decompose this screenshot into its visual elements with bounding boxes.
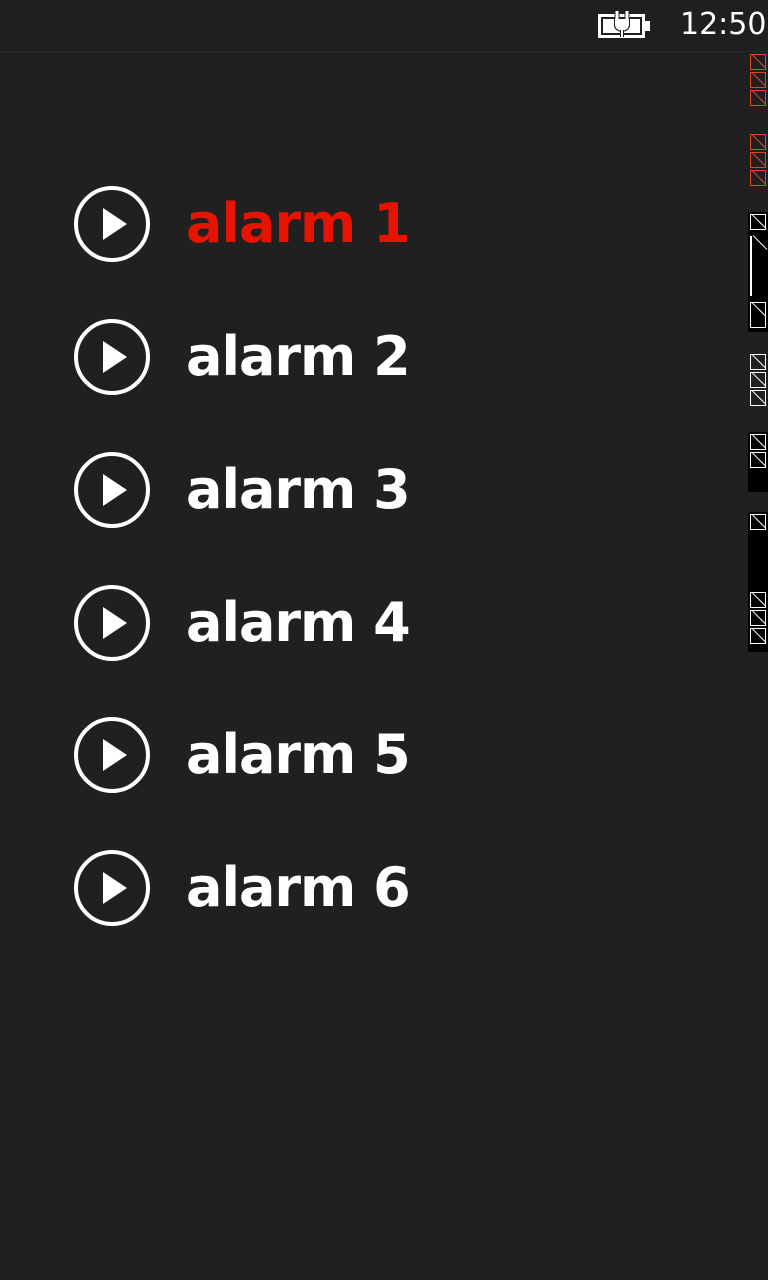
alarm-item-1[interactable]: alarm 1: [72, 184, 632, 264]
alarm-item-6[interactable]: alarm 6: [72, 848, 632, 928]
play-circle-icon[interactable]: [72, 848, 152, 928]
counter-glyph-icon: [750, 628, 766, 644]
play-circle-icon[interactable]: [72, 450, 152, 530]
alarm-label[interactable]: alarm 1: [186, 186, 411, 262]
alarm-item-5[interactable]: alarm 5: [72, 715, 632, 795]
counter-glyph-icon: [750, 72, 766, 88]
alarm-label[interactable]: alarm 2: [186, 319, 411, 395]
counter-glyph-icon: [750, 434, 766, 450]
counter-glyph-icon: [750, 152, 766, 168]
battery-charging-icon: [598, 11, 650, 38]
alarm-item-4[interactable]: alarm 4: [72, 583, 632, 663]
alarm-label[interactable]: alarm 5: [186, 717, 411, 793]
alarm-label[interactable]: alarm 3: [186, 452, 411, 528]
frame-rate-counter: [748, 52, 768, 652]
counter-glyph-icon: [750, 354, 766, 370]
play-circle-icon[interactable]: [72, 184, 152, 264]
counter-glyph-icon: [750, 134, 766, 150]
counter-glyph-icon: [750, 214, 766, 230]
app-screen: 12:50 alarm 1 alarm 2 alarm 3 alarm 4 al…: [0, 0, 768, 1280]
alarm-item-3[interactable]: alarm 3: [72, 450, 632, 530]
counter-glyph-icon: [750, 592, 766, 608]
counter-glyph-icon: [750, 236, 766, 296]
alarm-label[interactable]: alarm 6: [186, 850, 411, 926]
play-circle-icon[interactable]: [72, 715, 152, 795]
counter-glyph-icon: [750, 390, 766, 406]
play-circle-icon[interactable]: [72, 583, 152, 663]
counter-glyph-icon: [750, 372, 766, 388]
counter-glyph-icon: [750, 302, 766, 328]
counter-glyph-icon: [750, 452, 766, 468]
counter-glyph-icon: [750, 170, 766, 186]
counter-glyph-icon: [750, 90, 766, 106]
play-circle-icon[interactable]: [72, 317, 152, 397]
alarm-item-2[interactable]: alarm 2: [72, 317, 632, 397]
alarm-label[interactable]: alarm 4: [186, 585, 411, 661]
counter-glyph-icon: [750, 54, 766, 70]
counter-glyph-icon: [750, 514, 766, 530]
status-time: 12:50: [680, 7, 767, 42]
status-bar: 12:50: [0, 0, 768, 52]
counter-glyph-icon: [750, 610, 766, 626]
